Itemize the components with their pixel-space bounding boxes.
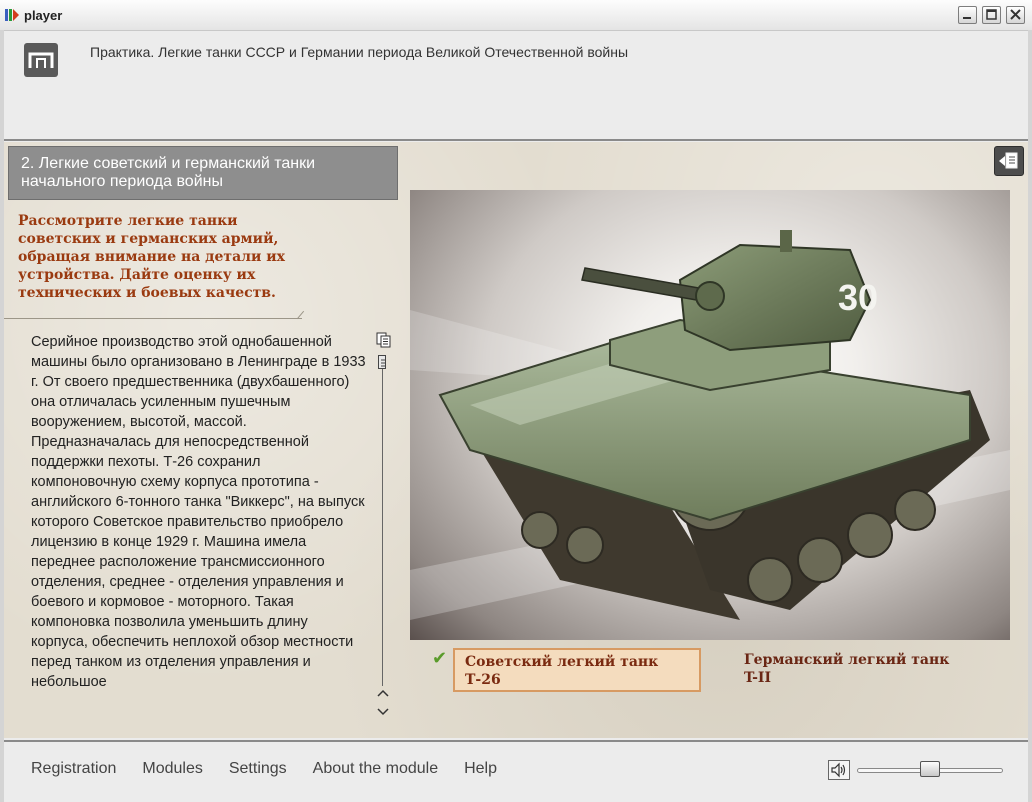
module-header: Практика. Легкие танки СССР и Германии п…	[4, 31, 1028, 141]
close-icon	[1010, 9, 1021, 20]
section-title: 2. Легкие советский и германский танки н…	[8, 146, 398, 200]
menu-about[interactable]: About the module	[313, 760, 438, 778]
footer-menu: Registration Modules Settings About the …	[31, 760, 497, 778]
title-bar: player	[0, 0, 1032, 31]
player-window: player Практика. Легкие танки СССР и Гер…	[0, 0, 1032, 802]
option-soviet-line2: Т-26	[465, 672, 501, 688]
maximize-button[interactable]	[982, 6, 1001, 24]
app-icon	[5, 9, 19, 21]
task-divider	[4, 318, 302, 319]
option-soviet-line1: Советский легкий танк	[465, 654, 659, 670]
pi-logo-icon	[24, 43, 58, 77]
menu-help[interactable]: Help	[464, 760, 497, 778]
option-soviet-t26[interactable]: Советский легкий танк Т-26	[453, 648, 701, 692]
minimize-button[interactable]	[958, 6, 977, 24]
contents-arrow-icon	[999, 152, 1018, 169]
task-instructions: Рассмотрите легкие танки советских и гер…	[18, 213, 286, 301]
tank-t26-illustration: 30	[410, 230, 1010, 620]
tank-photo: 30	[410, 190, 1010, 640]
text-view-icon[interactable]	[376, 332, 392, 348]
maximize-icon	[986, 9, 997, 20]
speaker-icon[interactable]	[828, 760, 850, 780]
volume-slider-thumb[interactable]	[920, 761, 940, 777]
scrollbar-thumb[interactable]	[378, 355, 386, 369]
option-german-line1: Германский легкий танк	[744, 652, 950, 668]
footer-bar: Registration Modules Settings About the …	[4, 740, 1028, 800]
scrollbar-track[interactable]	[382, 364, 383, 686]
module-title: Практика. Легкие танки СССР и Германии п…	[90, 44, 629, 60]
option-german-line2: T-II	[744, 670, 772, 686]
window-title: player	[24, 8, 63, 23]
close-button[interactable]	[1006, 6, 1025, 24]
scroll-down-icon[interactable]	[377, 707, 389, 717]
tank-description: Серийное производство этой однобашенной …	[31, 334, 366, 690]
menu-modules[interactable]: Modules	[142, 760, 202, 778]
menu-settings[interactable]: Settings	[229, 760, 287, 778]
window-frame-right	[1028, 30, 1032, 802]
table-of-contents-button[interactable]	[994, 146, 1024, 176]
menu-registration[interactable]: Registration	[31, 760, 116, 778]
lesson-content: 2. Легкие советский и германский танки н…	[4, 142, 1028, 738]
turret-number: 30	[838, 277, 878, 318]
minimize-icon	[963, 17, 971, 19]
option-german-t2[interactable]: Германский легкий танк T-II	[734, 648, 994, 692]
checkmark-icon: ✔	[432, 648, 448, 668]
scroll-up-icon[interactable]	[377, 688, 389, 698]
